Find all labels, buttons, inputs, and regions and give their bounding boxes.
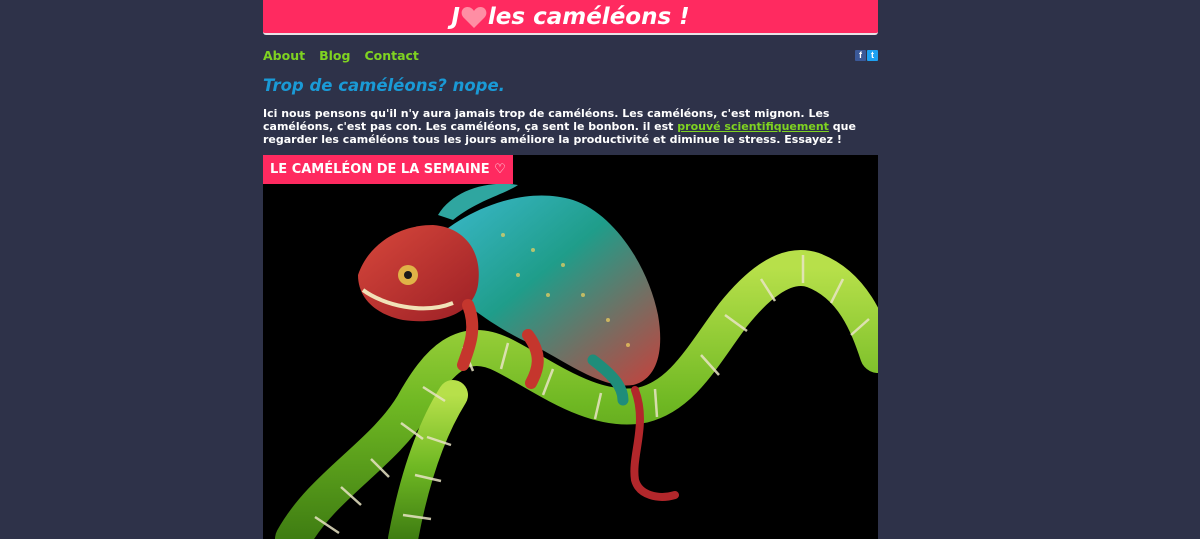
twitter-icon[interactable]: t [867, 50, 878, 61]
nav-link-about[interactable]: About [263, 48, 305, 63]
chameleon-photo [275, 183, 878, 539]
feature-label: LE CAMÉLÉON DE LA SEMAINE ♡ [263, 155, 513, 184]
nav-link-blog[interactable]: Blog [319, 48, 350, 63]
social-links: f t [855, 50, 878, 61]
site-title-suffix: les caméléons ! [487, 3, 690, 30]
facebook-icon[interactable]: f [855, 50, 866, 61]
main-nav: About Blog Contact [263, 48, 419, 63]
featured-chameleon-section: LE CAMÉLÉON DE LA SEMAINE ♡ [263, 155, 878, 539]
page-subtitle: Trop de caméléons? nope. [263, 76, 505, 95]
nav-link-contact[interactable]: Contact [364, 48, 418, 63]
intro-paragraph: Ici nous pensons qu'il n'y aura jamais t… [263, 107, 878, 146]
heart-icon [461, 5, 487, 29]
site-title-prefix: J [451, 3, 460, 30]
site-header-banner: J les caméléons ! [263, 0, 878, 35]
science-link[interactable]: prouvé scientifiquement [677, 120, 829, 133]
page-container: J les caméléons ! About Blog Contact f t… [263, 0, 878, 539]
